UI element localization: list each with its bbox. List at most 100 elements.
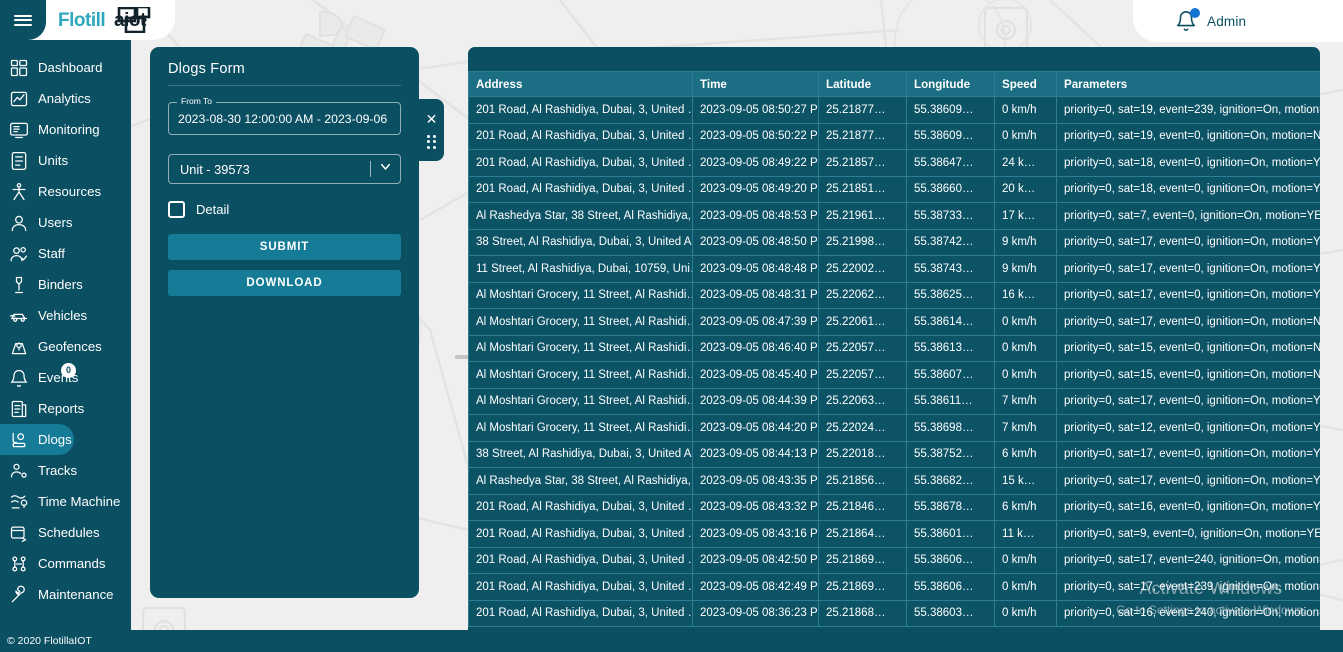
- column-header-time[interactable]: Time: [692, 71, 819, 97]
- unit-select[interactable]: Unit - 39573: [168, 154, 401, 184]
- sidebar-item-time-machine[interactable]: Time Machine: [0, 486, 125, 517]
- hamburger-bar: [14, 23, 32, 26]
- column-header-parameters[interactable]: Parameters: [1056, 71, 1320, 97]
- cell-parameters: priority=0, sat=19, event=0, ignition=On…: [1056, 122, 1320, 150]
- table-row[interactable]: Al Rashedya Star, 38 Street, Al Rashidiy…: [468, 467, 1320, 495]
- table-row[interactable]: 201 Road, Al Rashidiya, Dubai, 3, United…: [468, 122, 1320, 150]
- cell-latitude: 25.21877…: [818, 96, 907, 124]
- cell-speed: 6 km/h: [994, 493, 1057, 521]
- table-row[interactable]: 201 Road, Al Rashidiya, Dubai, 3, United…: [468, 546, 1320, 574]
- column-header-address[interactable]: Address: [468, 71, 693, 97]
- table-row[interactable]: 38 Street, Al Rashidiya, Dubai, 3, Unite…: [468, 228, 1320, 256]
- cell-latitude: 25.21877…: [818, 122, 907, 150]
- analytics-icon: [9, 89, 29, 109]
- cell-parameters: priority=0, sat=18, event=0, ignition=On…: [1056, 175, 1320, 203]
- sidebar-item-resources[interactable]: Resources: [0, 176, 125, 207]
- cell-speed: 16 k…: [994, 281, 1057, 309]
- table-row[interactable]: Al Moshtari Grocery, 11 Street, Al Rashi…: [468, 361, 1320, 389]
- sidebar-item-tracks[interactable]: Tracks: [0, 455, 125, 486]
- sidebar-item-maintenance[interactable]: Maintenance: [0, 579, 125, 610]
- events-badge: 0: [61, 363, 76, 378]
- cell-longitude: 55.38606…: [906, 573, 995, 601]
- logo-mark: Flotill aiot: [58, 5, 151, 34]
- cell-time: 2023-09-05 08:43:35 PM: [692, 467, 819, 495]
- vehicles-icon: [9, 306, 29, 326]
- table-row[interactable]: Al Moshtari Grocery, 11 Street, Al Rashi…: [468, 387, 1320, 415]
- sidebar-item-users[interactable]: Users: [0, 207, 125, 238]
- table-row[interactable]: 201 Road, Al Rashidiya, Dubai, 3, United…: [468, 96, 1320, 124]
- sidebar-item-label: Vehicles: [38, 308, 88, 323]
- column-header-speed[interactable]: Speed: [994, 71, 1057, 97]
- table-row[interactable]: 201 Road, Al Rashidiya, Dubai, 3, United…: [468, 493, 1320, 521]
- cell-address: 201 Road, Al Rashidiya, Dubai, 3, United…: [468, 175, 693, 203]
- cell-time: 2023-09-05 08:50:27 PM: [692, 96, 819, 124]
- hamburger-icon[interactable]: [0, 0, 46, 40]
- table-row[interactable]: 201 Road, Al Rashidiya, Dubai, 3, United…: [468, 175, 1320, 203]
- sidebar-item-staff[interactable]: Staff: [0, 238, 125, 269]
- cell-speed: 6 km/h: [994, 440, 1057, 468]
- sidebar-item-schedules[interactable]: Schedules: [0, 517, 125, 548]
- bell-icon[interactable]: [1175, 8, 1200, 32]
- cell-speed: 9 km/h: [994, 228, 1057, 256]
- sidebar-item-label: Staff: [38, 246, 65, 261]
- column-header-longitude[interactable]: Longitude: [906, 71, 995, 97]
- cell-latitude: 25.22057…: [818, 334, 907, 362]
- submit-button[interactable]: SUBMIT: [168, 234, 401, 260]
- user-area[interactable]: Admin: [1133, 0, 1343, 42]
- table-row[interactable]: 201 Road, Al Rashidiya, Dubai, 3, United…: [468, 149, 1320, 177]
- cell-address: Al Moshtari Grocery, 11 Street, Al Rashi…: [468, 334, 693, 362]
- drag-handle-icon[interactable]: [427, 134, 436, 149]
- cell-time: 2023-09-05 08:50:22 PM: [692, 122, 819, 150]
- sidebar-item-analytics[interactable]: Analytics: [0, 83, 125, 114]
- cell-longitude: 55.38752…: [906, 440, 995, 468]
- sidebar-item-units[interactable]: Units: [0, 145, 125, 176]
- sidebar-item-binders[interactable]: Binders: [0, 269, 125, 300]
- table-row[interactable]: 11 Street, Al Rashidiya, Dubai, 10759, U…: [468, 255, 1320, 283]
- sidebar-item-monitoring[interactable]: Monitoring: [0, 114, 125, 145]
- chevron-down-icon[interactable]: [378, 159, 393, 179]
- table-row[interactable]: Al Moshtari Grocery, 11 Street, Al Rashi…: [468, 281, 1320, 309]
- table-row[interactable]: Al Moshtari Grocery, 11 Street, Al Rashi…: [468, 308, 1320, 336]
- table-row[interactable]: 38 Street, Al Rashidiya, Dubai, 3, Unite…: [468, 440, 1320, 468]
- download-button[interactable]: DOWNLOAD: [168, 270, 401, 296]
- detail-checkbox[interactable]: Detail: [168, 201, 401, 218]
- sidebar-item-label: Tracks: [38, 463, 78, 478]
- sidebar-item-dlogs[interactable]: Dlogs: [0, 424, 74, 455]
- sidebar-item-reports[interactable]: Reports: [0, 393, 125, 424]
- sidebar-item-events[interactable]: Events 0: [0, 362, 125, 393]
- close-icon[interactable]: ✕: [426, 112, 438, 126]
- table-row[interactable]: 201 Road, Al Rashidiya, Dubai, 3, United…: [468, 520, 1320, 548]
- table-row[interactable]: Al Rashedya Star, 38 Street, Al Rashidiy…: [468, 202, 1320, 230]
- cell-time: 2023-09-05 08:49:20 PM: [692, 175, 819, 203]
- cell-parameters: priority=0, sat=7, event=0, ignition=On,…: [1056, 202, 1320, 230]
- column-header-latitude[interactable]: Latitude: [818, 71, 907, 97]
- dlogs-icon: [9, 430, 29, 450]
- sidebar-item-label: Dlogs: [38, 432, 72, 447]
- table-row[interactable]: Al Moshtari Grocery, 11 Street, Al Rashi…: [468, 334, 1320, 362]
- sidebar-item-commands[interactable]: Commands: [0, 548, 125, 579]
- app-logo[interactable]: Flotill aiot: [58, 5, 170, 34]
- cell-address: Al Rashedya Star, 38 Street, Al Rashidiy…: [468, 467, 693, 495]
- sidebar-item-geofences[interactable]: Geofences: [0, 331, 125, 362]
- date-range-legend: From To: [177, 96, 217, 106]
- svg-text:Flotill: Flotill: [58, 10, 105, 31]
- sidebar-item-label: Users: [38, 215, 73, 230]
- sidebar-item-label: Time Machine: [38, 494, 121, 509]
- cell-parameters: priority=0, sat=17, event=239, ignition=…: [1056, 573, 1320, 601]
- cell-time: 2023-09-05 08:45:40 PM: [692, 361, 819, 389]
- table-row[interactable]: 201 Road, Al Rashidiya, Dubai, 3, United…: [468, 599, 1320, 627]
- cell-speed: 20 k…: [994, 175, 1057, 203]
- cell-address: 38 Street, Al Rashidiya, Dubai, 3, Unite…: [468, 440, 693, 468]
- date-range-input[interactable]: From To 2023-08-30 12:00:00 AM - 2023-09…: [168, 96, 401, 135]
- table-row[interactable]: 201 Road, Al Rashidiya, Dubai, 3, United…: [468, 573, 1320, 601]
- cell-parameters: priority=0, sat=12, event=0, ignition=On…: [1056, 414, 1320, 442]
- cell-parameters: priority=0, sat=17, event=0, ignition=On…: [1056, 440, 1320, 468]
- sidebar-item-vehicles[interactable]: Vehicles: [0, 300, 125, 331]
- cell-latitude: 25.21846…: [818, 493, 907, 521]
- cell-address: Al Rashedya Star, 38 Street, Al Rashidiy…: [468, 202, 693, 230]
- table-row[interactable]: Al Moshtari Grocery, 11 Street, Al Rashi…: [468, 414, 1320, 442]
- dashboard-icon: [9, 58, 29, 78]
- binders-icon: [9, 275, 29, 295]
- checkbox-box[interactable]: [168, 201, 185, 218]
- sidebar-item-dashboard[interactable]: Dashboard: [0, 52, 125, 83]
